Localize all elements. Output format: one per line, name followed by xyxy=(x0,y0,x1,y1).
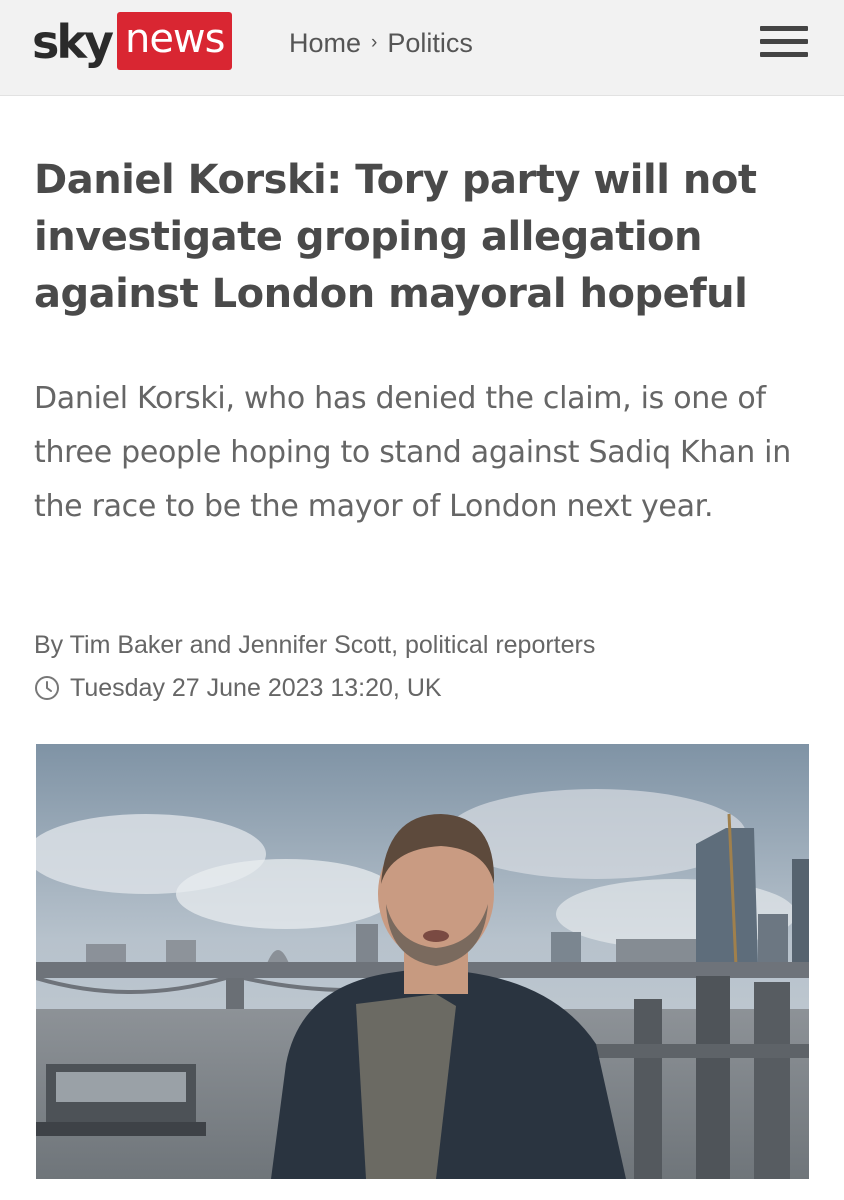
sky-news-logo[interactable]: sky news xyxy=(32,12,233,70)
logo-news-text: news xyxy=(116,12,233,70)
article-date: Tuesday 27 June 2023 13:20, UK xyxy=(34,668,442,708)
breadcrumb-politics-link[interactable]: Politics xyxy=(387,28,473,59)
menu-bar xyxy=(760,52,808,57)
breadcrumb-separator: › xyxy=(371,32,378,53)
hero-photo xyxy=(36,744,809,1179)
menu-bar xyxy=(760,26,808,31)
menu-bar xyxy=(760,39,808,44)
hamburger-menu-icon[interactable] xyxy=(760,22,808,62)
article-hero-image[interactable] xyxy=(36,744,809,1179)
clock-icon xyxy=(35,676,59,700)
article-timestamp: Tuesday 27 June 2023 13:20, UK xyxy=(70,673,442,702)
article-standfirst: Daniel Korski, who has denied the claim,… xyxy=(34,381,791,524)
breadcrumb-home-link[interactable]: Home xyxy=(289,28,361,59)
article-byline: By Tim Baker and Jennifer Scott, politic… xyxy=(34,631,596,659)
breadcrumb: Home › Politics xyxy=(289,24,473,62)
article-headline: Daniel Korski: Tory party will not inves… xyxy=(34,157,757,317)
logo-sky-text: sky xyxy=(32,15,114,69)
page-bottom-strip xyxy=(0,1180,844,1200)
site-header: sky news Home › Politics xyxy=(0,0,844,96)
